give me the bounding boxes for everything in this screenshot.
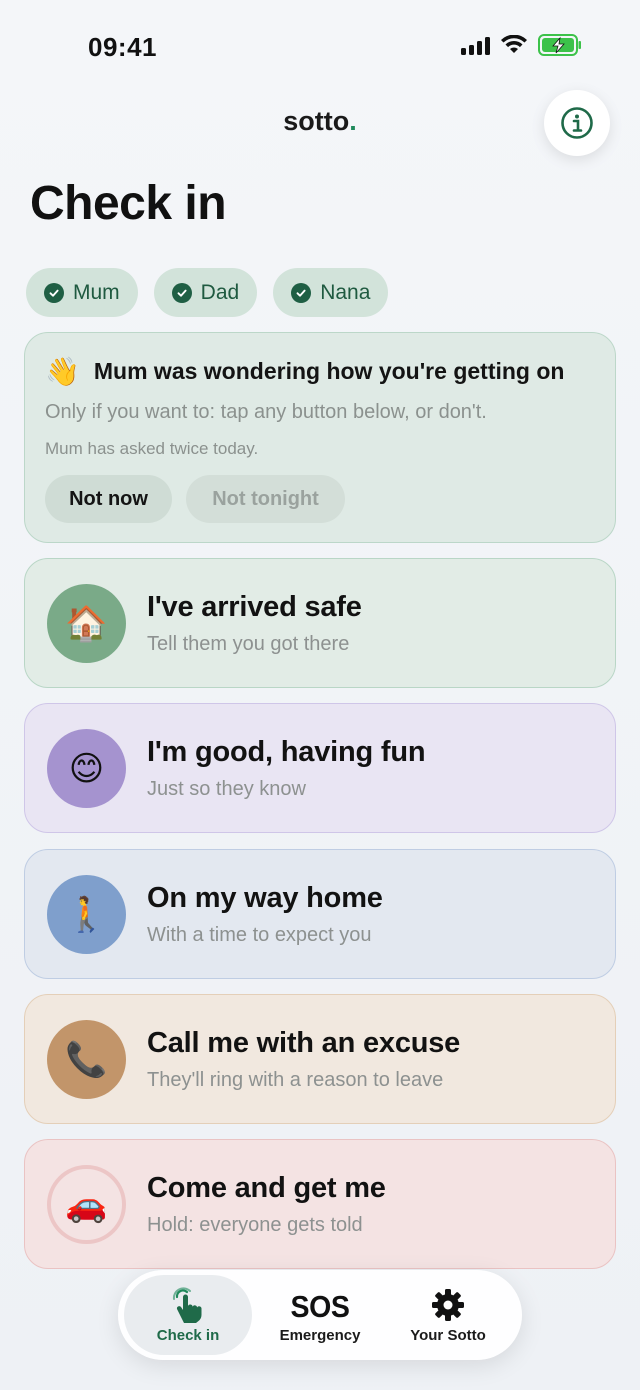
on-my-way-home-button[interactable]: 🚶 On my way home With a time to expect y… bbox=[24, 849, 616, 979]
check-circle-icon bbox=[291, 282, 312, 303]
house-icon: 🏠 bbox=[47, 584, 126, 663]
contact-chip-label: Nana bbox=[320, 280, 371, 304]
tab-label: Your Sotto bbox=[410, 1327, 486, 1344]
action-subtitle: They'll ring with a reason to leave bbox=[147, 1069, 444, 1091]
status-icons bbox=[461, 34, 582, 56]
tab-label: Emergency bbox=[279, 1327, 361, 1344]
walking-person-icon: 🚶 bbox=[47, 875, 126, 954]
tab-check-in[interactable]: Check in bbox=[124, 1275, 252, 1355]
action-title: I've arrived safe bbox=[147, 591, 362, 623]
action-subtitle: Tell them you got there bbox=[147, 633, 350, 655]
contact-chip-dad[interactable]: Dad bbox=[153, 268, 258, 317]
not-now-button[interactable]: Not now bbox=[45, 475, 172, 523]
contact-chip-label: Dad bbox=[200, 280, 240, 304]
call-with-excuse-button[interactable]: 📞 Call me with an excuse They'll ring wi… bbox=[24, 994, 616, 1124]
tab-label: Check in bbox=[156, 1327, 220, 1344]
info-button[interactable] bbox=[544, 90, 610, 156]
come-get-me-button[interactable]: 🚗 Come and get me Hold: everyone gets to… bbox=[24, 1139, 616, 1269]
request-subtitle: Only if you want to: tap any button belo… bbox=[45, 401, 487, 423]
action-title: Come and get me bbox=[147, 1172, 386, 1204]
bottom-nav: Check in SOS Emergency Your Sotto bbox=[118, 1270, 522, 1360]
action-subtitle: With a time to expect you bbox=[147, 924, 372, 946]
wifi-icon bbox=[501, 35, 527, 53]
action-subtitle: Just so they know bbox=[147, 778, 306, 800]
arrived-safe-button[interactable]: 🏠 I've arrived safe Tell them you got th… bbox=[24, 558, 616, 688]
cellular-signal-icon bbox=[461, 35, 490, 55]
tab-your-sotto[interactable]: Your Sotto bbox=[384, 1275, 512, 1355]
gear-icon bbox=[432, 1289, 464, 1321]
request-title-row: 👋 Mum was wondering how you're getting o… bbox=[45, 355, 564, 388]
battery-charging-icon bbox=[538, 34, 581, 56]
request-title: Mum was wondering how you're getting on bbox=[93, 358, 565, 384]
contact-chips: Mum Dad Nana bbox=[26, 268, 389, 317]
waving-hand-icon: 👋 bbox=[45, 356, 80, 387]
status-time: 09:41 bbox=[88, 32, 157, 62]
check-circle-icon bbox=[171, 282, 192, 303]
contact-chip-mum[interactable]: Mum bbox=[26, 268, 138, 317]
sos-icon: SOS bbox=[290, 1289, 350, 1324]
action-title: I'm good, having fun bbox=[147, 736, 426, 768]
not-tonight-button[interactable]: Not tonight bbox=[186, 475, 345, 523]
brand-name: sotto bbox=[283, 106, 350, 136]
info-icon bbox=[561, 107, 593, 139]
hand-pointer-icon bbox=[172, 1287, 202, 1323]
action-title: Call me with an excuse bbox=[147, 1027, 461, 1059]
status-bar: 09:41 bbox=[0, 0, 640, 90]
car-icon: 🚗 bbox=[47, 1165, 126, 1244]
good-having-fun-button[interactable]: 😊 I'm good, having fun Just so they know bbox=[24, 703, 616, 833]
brand-dot: . bbox=[349, 106, 357, 136]
telephone-icon: 📞 bbox=[47, 1020, 126, 1099]
request-note: Mum has asked twice today. bbox=[45, 439, 259, 458]
page-title: Check in bbox=[30, 177, 227, 230]
smiling-face-icon: 😊 bbox=[47, 729, 126, 808]
check-circle-icon bbox=[44, 282, 64, 303]
tab-emergency[interactable]: SOS Emergency bbox=[256, 1275, 384, 1355]
contact-chip-label: Mum bbox=[73, 280, 120, 304]
action-subtitle: Hold: everyone gets told bbox=[147, 1214, 363, 1236]
action-title: On my way home bbox=[147, 882, 383, 914]
check-in-request-card: 👋 Mum was wondering how you're getting o… bbox=[24, 332, 616, 543]
contact-chip-nana[interactable]: Nana bbox=[273, 268, 389, 317]
